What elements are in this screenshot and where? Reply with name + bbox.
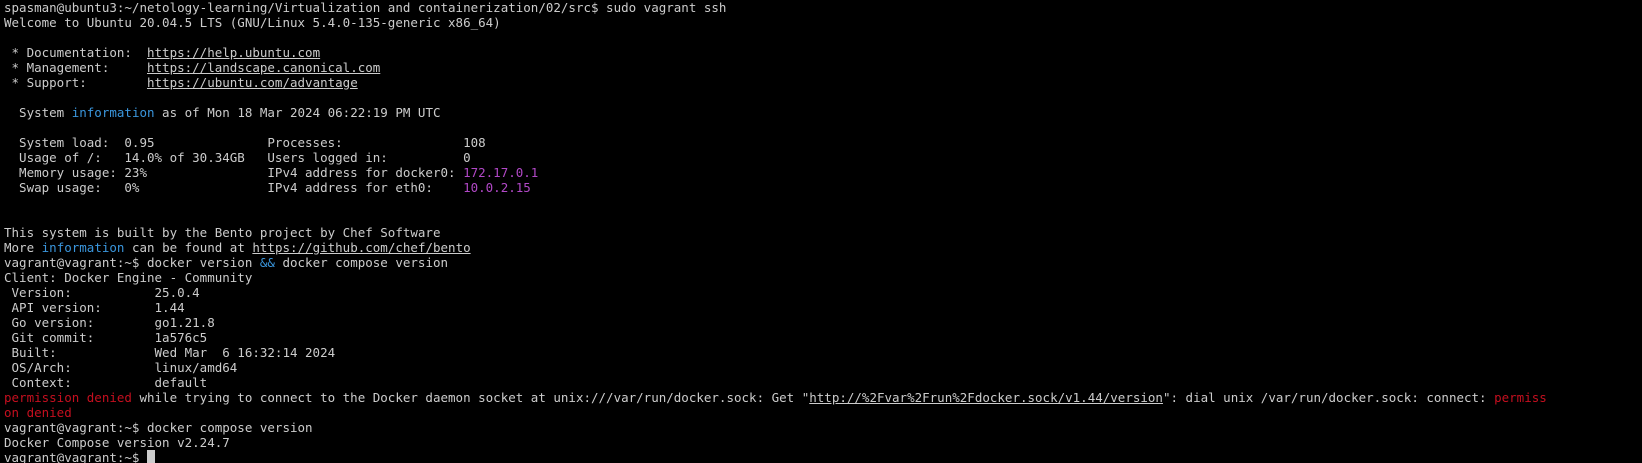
terminal-window[interactable]: spasman@ubuntu3:~/netology-learning/Virt…: [0, 0, 1642, 463]
terminal-cursor: [147, 450, 155, 463]
terminal-line: OS/Arch: linux/amd64: [4, 360, 1642, 375]
terminal-text: permission denied: [4, 390, 132, 405]
terminal-text: System: [4, 105, 72, 120]
terminal-text: permiss: [1494, 390, 1547, 405]
terminal-text: * Support:: [4, 75, 147, 90]
terminal-link[interactable]: https://help.ubuntu.com: [147, 45, 320, 60]
terminal-text: Swap usage: 0% IPv4 address for eth0:: [4, 180, 464, 195]
terminal-line: Usage of /: 14.0% of 30.34GB Users logge…: [4, 150, 1642, 165]
terminal-line: Client: Docker Engine - Community: [4, 270, 1642, 285]
terminal-line: vagrant@vagrant:~$: [4, 450, 1642, 463]
terminal-line: Memory usage: 23% IPv4 address for docke…: [4, 165, 1642, 180]
terminal-text: information: [71, 105, 155, 120]
terminal-text: vagrant@vagrant:~$ docker compose versio…: [4, 420, 313, 435]
terminal-text: ": dial unix /var/run/docker.sock: conne…: [1162, 390, 1495, 405]
terminal-line: Go version: go1.21.8: [4, 315, 1642, 330]
terminal-text: Client: Docker Engine - Community: [4, 270, 253, 285]
terminal-line: System load: 0.95 Processes: 108: [4, 135, 1642, 150]
terminal-line: vagrant@vagrant:~$ docker version && doc…: [4, 255, 1642, 270]
terminal-link[interactable]: http://%2Fvar%2Frun%2Fdocker.sock/v1.44/…: [809, 390, 1163, 405]
terminal-line: API version: 1.44: [4, 300, 1642, 315]
terminal-text: More: [4, 240, 42, 255]
terminal-text: spasman@ubuntu3:~/netology-learning/Virt…: [4, 0, 727, 15]
terminal-line: spasman@ubuntu3:~/netology-learning/Virt…: [4, 0, 1642, 15]
terminal-link[interactable]: https://github.com/chef/bento: [252, 240, 470, 255]
terminal-text: on denied: [4, 405, 72, 420]
terminal-text: Context: default: [4, 375, 208, 390]
terminal-text: This system is built by the Bento projec…: [4, 225, 441, 240]
terminal-text: while trying to connect to the Docker da…: [131, 390, 810, 405]
terminal-text: System load: 0.95 Processes: 108: [4, 135, 486, 150]
terminal-line: More information can be found at https:/…: [4, 240, 1642, 255]
terminal-link[interactable]: https://landscape.canonical.com: [147, 60, 380, 75]
terminal-line: * Management: https://landscape.canonica…: [4, 60, 1642, 75]
terminal-line: System information as of Mon 18 Mar 2024…: [4, 105, 1642, 120]
terminal-text: * Documentation:: [4, 45, 147, 60]
terminal-text: Docker Compose version v2.24.7: [4, 435, 230, 450]
terminal-text: &&: [259, 255, 275, 270]
terminal-text: 10.0.2.15: [463, 180, 531, 195]
terminal-text: 172.17.0.1: [463, 165, 539, 180]
terminal-text: Version: 25.0.4: [4, 285, 200, 300]
terminal-text: vagrant@vagrant:~$: [4, 450, 147, 463]
terminal-text: as of Mon 18 Mar 2024 06:22:19 PM UTC: [154, 105, 441, 120]
terminal-text: API version: 1.44: [4, 300, 185, 315]
terminal-text: information: [41, 240, 125, 255]
terminal-line: * Documentation: https://help.ubuntu.com: [4, 45, 1642, 60]
terminal-text: can be found at: [124, 240, 253, 255]
terminal-text: vagrant@vagrant:~$ docker version: [4, 255, 260, 270]
terminal-line: on denied: [4, 405, 1642, 420]
terminal-line: Built: Wed Mar 6 16:32:14 2024: [4, 345, 1642, 360]
terminal-line: vagrant@vagrant:~$ docker compose versio…: [4, 420, 1642, 435]
terminal-text: * Management:: [4, 60, 147, 75]
terminal-link[interactable]: https://ubuntu.com/advantage: [147, 75, 358, 90]
terminal-line: Docker Compose version v2.24.7: [4, 435, 1642, 450]
terminal-text: Welcome to Ubuntu 20.04.5 LTS (GNU/Linux…: [4, 15, 501, 30]
terminal-text: Built: Wed Mar 6 16:32:14 2024: [4, 345, 336, 360]
terminal-line: This system is built by the Bento projec…: [4, 225, 1642, 240]
terminal-line: * Support: https://ubuntu.com/advantage: [4, 75, 1642, 90]
terminal-line: permission denied while trying to connec…: [4, 390, 1642, 405]
terminal-text: Go version: go1.21.8: [4, 315, 215, 330]
terminal-text: docker compose version: [274, 255, 449, 270]
terminal-line: Version: 25.0.4: [4, 285, 1642, 300]
terminal-line: Swap usage: 0% IPv4 address for eth0: 10…: [4, 180, 1642, 195]
terminal-text: Usage of /: 14.0% of 30.34GB Users logge…: [4, 150, 471, 165]
terminal-line: Context: default: [4, 375, 1642, 390]
terminal-line: Git commit: 1a576c5: [4, 330, 1642, 345]
terminal-text: Memory usage: 23% IPv4 address for docke…: [4, 165, 464, 180]
terminal-text: Git commit: 1a576c5: [4, 330, 208, 345]
terminal-line: Welcome to Ubuntu 20.04.5 LTS (GNU/Linux…: [4, 15, 1642, 30]
terminal-text: OS/Arch: linux/amd64: [4, 360, 238, 375]
